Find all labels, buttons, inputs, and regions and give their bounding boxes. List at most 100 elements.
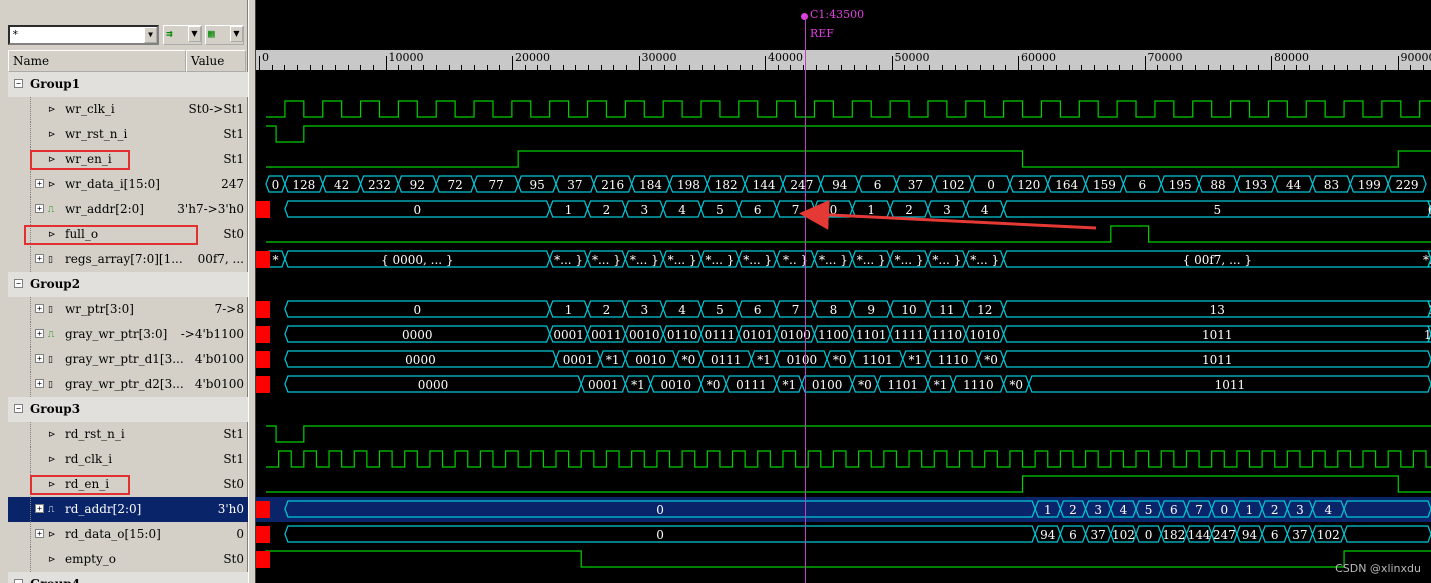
signal-value: St1 xyxy=(223,452,244,466)
signal-value: 00f7, ... xyxy=(197,252,244,266)
signal-value: 3'h7->3'h0 xyxy=(177,202,244,216)
signal-value: 3'h0 xyxy=(217,502,244,516)
bus-icon: ⎍ xyxy=(48,330,55,340)
expand-icon[interactable]: + xyxy=(35,204,44,213)
signal-value: 4'b0100 xyxy=(194,352,244,366)
signal-row[interactable]: + ⊳ wr_data_i[15:0] 247 xyxy=(8,172,248,197)
highlight-box xyxy=(30,150,130,170)
tree-line xyxy=(30,372,31,397)
signal-row[interactable]: ⊳ rd_clk_i St1 xyxy=(8,447,248,472)
group-name: Group2 xyxy=(30,277,81,291)
signal-options-button[interactable]: ▦ ▼ xyxy=(205,25,244,45)
tree-line xyxy=(30,322,31,347)
collapse-icon[interactable]: − xyxy=(14,279,23,288)
tree-line xyxy=(30,297,31,322)
highlight-box xyxy=(24,225,198,245)
tree-line xyxy=(30,447,31,472)
expand-signals-icon: ⇉ xyxy=(166,27,173,40)
chevron-down-icon[interactable]: ▼ xyxy=(144,27,157,43)
expand-icon[interactable]: + xyxy=(35,254,44,263)
signal-icon: ⊳ xyxy=(48,555,56,565)
group-row[interactable]: − Group4 xyxy=(8,572,248,583)
chevron-down-icon[interactable]: ▼ xyxy=(230,26,243,42)
signal-icon: ⊳ xyxy=(48,130,56,140)
expand-signals-button[interactable]: ⇉ ▼ xyxy=(163,25,202,45)
collapse-icon[interactable]: − xyxy=(14,579,23,583)
array-icon: ▯ xyxy=(48,355,53,365)
signal-name: wr_clk_i xyxy=(65,102,115,116)
chevron-down-icon[interactable]: ▼ xyxy=(188,26,201,42)
waveform-pane: C1:43500 REF 0 10000 20000 30000 40000 50000 6… xyxy=(256,0,1431,583)
signal-name: wr_ptr[3:0] xyxy=(65,302,134,316)
name-column-header[interactable]: Name xyxy=(8,50,186,72)
signal-value: 4'b0100 xyxy=(194,377,244,391)
signal-value: St0 xyxy=(223,552,244,566)
bus-signal-icon: ⊳ xyxy=(48,530,56,540)
signal-value: 247 xyxy=(221,177,244,191)
expand-icon[interactable]: + xyxy=(35,179,44,188)
signal-value: 7->8 xyxy=(214,302,244,316)
signal-row[interactable]: + ▯ wr_ptr[3:0] 7->8 xyxy=(8,297,248,322)
bus-signal-icon: ⊳ xyxy=(48,180,56,190)
tree-line xyxy=(30,197,31,222)
signal-row[interactable]: + ▯ gray_wr_ptr_d2[3... 4'b0100 xyxy=(8,372,248,397)
expand-icon[interactable]: + xyxy=(35,329,44,338)
value-column-header[interactable]: Value xyxy=(186,50,246,72)
tree-line xyxy=(30,347,31,372)
signal-value: St0->St1 xyxy=(188,102,244,116)
signal-row[interactable]: ⊳ wr_rst_n_i St1 xyxy=(8,122,248,147)
signal-value: ->4'b1100 xyxy=(180,327,244,341)
grid-icon: ▦ xyxy=(208,27,215,40)
collapse-icon[interactable]: − xyxy=(14,404,23,413)
signal-name: gray_wr_ptr_d1[3... xyxy=(65,352,184,366)
signal-row[interactable]: + ▯ gray_wr_ptr_d1[3... 4'b0100 xyxy=(8,347,248,372)
tree-line xyxy=(30,172,31,197)
signal-name: wr_data_i[15:0] xyxy=(65,177,160,191)
expand-icon[interactable]: + xyxy=(35,529,44,538)
signal-value: 0 xyxy=(236,527,244,541)
tree-line xyxy=(30,122,31,147)
signal-name: wr_addr[2:0] xyxy=(65,202,144,216)
signal-value: St1 xyxy=(223,152,244,166)
signal-row[interactable]: + ⊳ rd_data_o[15:0] 0 xyxy=(8,522,248,547)
signal-list-pane: * ▼ ⇉ ▼ ▦ ▼ Name Value − Group1 ⊳ wr_clk_i S… xyxy=(0,0,248,583)
clock-icon: ⊳ xyxy=(48,105,56,115)
signal-name: gray_wr_ptr[3:0] xyxy=(65,327,168,341)
signal-name: rd_clk_i xyxy=(65,452,113,466)
bus-icon: ⎍ xyxy=(48,505,55,515)
signal-name: rd_data_o[15:0] xyxy=(65,527,161,541)
signal-row[interactable]: + ⎍ wr_addr[2:0] 3'h7->3'h0 xyxy=(8,197,248,222)
signal-name: rd_rst_n_i xyxy=(65,427,125,441)
array-icon: ▯ xyxy=(48,305,53,315)
signal-value: St0 xyxy=(223,477,244,491)
signal-name: gray_wr_ptr_d2[3... xyxy=(65,377,184,391)
signal-row[interactable]: + ⎍ gray_wr_ptr[3:0] ->4'b1100 xyxy=(8,322,248,347)
pane-splitter[interactable] xyxy=(248,0,256,583)
signal-icon: ⊳ xyxy=(48,455,56,465)
expand-icon[interactable]: + xyxy=(35,304,44,313)
tree-line xyxy=(30,497,31,522)
tree-line xyxy=(30,522,31,547)
group-name: Group3 xyxy=(30,402,81,416)
array-icon: ▯ xyxy=(48,380,53,390)
signal-value: St1 xyxy=(223,427,244,441)
group-row[interactable]: − Group2 xyxy=(8,272,248,297)
group-row[interactable]: − Group3 xyxy=(8,397,248,422)
collapse-icon[interactable]: − xyxy=(14,79,23,88)
group-row[interactable]: − Group1 xyxy=(8,72,248,97)
group-name: Group1 xyxy=(30,77,81,91)
expand-icon[interactable]: + xyxy=(35,354,44,363)
signal-row[interactable]: + ⎍ rd_addr[2:0] 3'h0 xyxy=(8,497,248,522)
signal-row[interactable]: ⊳ wr_clk_i St0->St1 xyxy=(8,97,248,122)
expand-icon[interactable]: + xyxy=(35,379,44,388)
signal-name: regs_array[7:0][1... xyxy=(65,252,183,266)
signal-filter-combo[interactable]: * ▼ xyxy=(8,25,159,45)
toolbar: * ▼ ⇉ ▼ ▦ ▼ xyxy=(0,22,248,48)
array-icon: ▯ xyxy=(48,255,53,265)
signal-value: St1 xyxy=(223,127,244,141)
signal-row[interactable]: ⊳ rd_rst_n_i St1 xyxy=(8,422,248,447)
expand-icon[interactable]: + xyxy=(35,504,44,513)
signal-row[interactable]: ⊳ empty_o St0 xyxy=(8,547,248,572)
signal-row[interactable]: + ▯ regs_array[7:0][1... 00f7, ... xyxy=(8,247,248,272)
signal-icon: ⊳ xyxy=(48,430,56,440)
